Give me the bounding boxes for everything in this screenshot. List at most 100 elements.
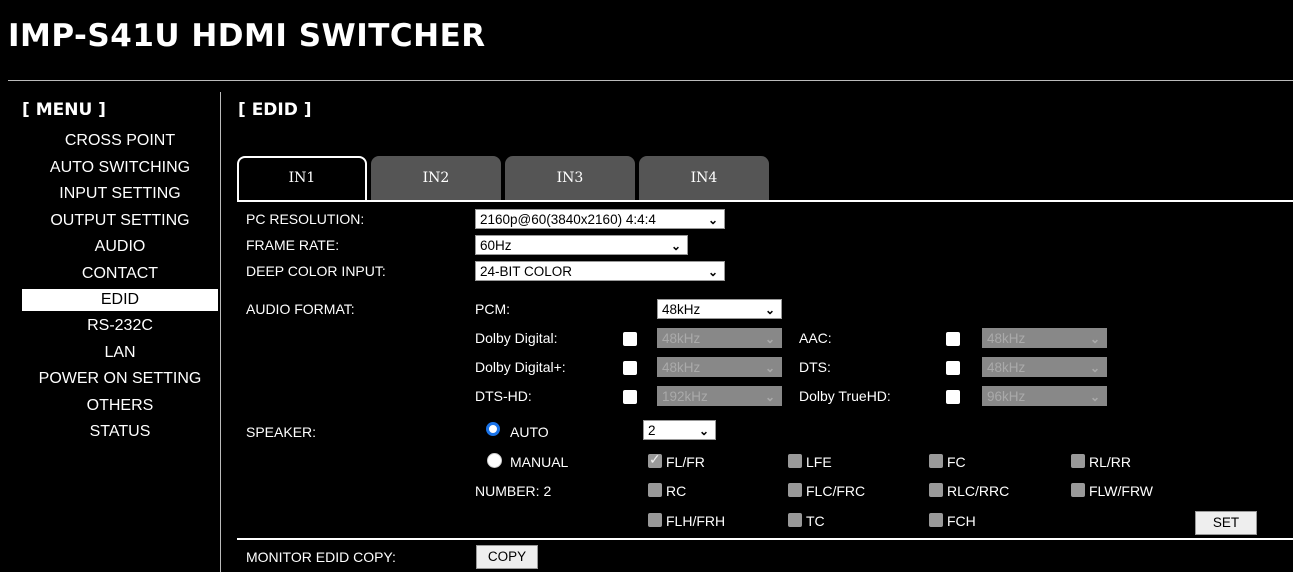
channel-flw-frw-checkbox[interactable]: [1071, 483, 1085, 497]
dts-checkbox[interactable]: [946, 361, 960, 375]
channel-fl-fr-checkbox[interactable]: [648, 451, 662, 468]
dolby-digital-plus-select[interactable]: 48kHz ⌄: [657, 357, 782, 377]
channel-rc-checkbox[interactable]: [648, 483, 662, 497]
menu-item-cross-point[interactable]: CROSS POINT: [22, 128, 218, 155]
channel-rlc-rrc-checkbox[interactable]: [929, 483, 943, 497]
chevron-down-icon: ⌄: [764, 303, 775, 317]
aac-checkbox[interactable]: [946, 332, 960, 346]
channel-rl-rr-label: RL/RR: [1089, 454, 1132, 470]
deep-color-select[interactable]: 24-BIT COLOR ⌄: [475, 261, 725, 281]
chevron-down-icon: ⌄: [1089, 361, 1100, 375]
section-heading: [ EDID ]: [238, 100, 312, 120]
aac-select[interactable]: 48kHz ⌄: [982, 328, 1107, 348]
channel-tc-label: TC: [806, 513, 825, 529]
chevron-down-icon: ⌄: [1089, 332, 1100, 346]
aac-value: 48kHz: [987, 331, 1026, 346]
dolby-truehd-select[interactable]: 96kHz ⌄: [982, 386, 1107, 406]
channel-flc-frc-label: FLC/FRC: [806, 483, 866, 499]
channel-flh-frh-label: FLH/FRH: [666, 513, 726, 529]
dts-hd-checkbox[interactable]: [623, 390, 637, 404]
dolby-digital-plus-checkbox[interactable]: [623, 361, 637, 375]
dolby-digital-checkbox[interactable]: [623, 332, 637, 346]
app-title: IMP-S41U HDMI SWITCHER: [8, 18, 486, 54]
dolby-digital-select[interactable]: 48kHz ⌄: [657, 328, 782, 348]
channel-lfe-label: LFE: [806, 454, 832, 470]
channel-fch-label: FCH: [947, 513, 976, 529]
channel-tc-checkbox[interactable]: [788, 513, 802, 527]
dts-select[interactable]: 48kHz ⌄: [982, 357, 1107, 377]
speaker-count-value: 2: [648, 423, 656, 438]
pc-resolution-select[interactable]: 2160p@60(3840x2160) 4:4:4 ⌄: [475, 209, 725, 229]
panel-top-border: [237, 200, 1293, 202]
audio-format-label: AUDIO FORMAT:: [246, 301, 355, 317]
menu-item-input-setting[interactable]: INPUT SETTING: [22, 181, 218, 208]
dolby-truehd-label: Dolby TrueHD:: [799, 388, 891, 404]
dts-hd-label: DTS-HD:: [475, 388, 532, 404]
tab-in3[interactable]: IN3: [505, 156, 635, 200]
deep-color-label: DEEP COLOR INPUT:: [246, 263, 386, 279]
chevron-down-icon: ⌄: [764, 361, 775, 375]
menu-item-edid[interactable]: EDID: [22, 289, 218, 311]
dolby-digital-plus-label: Dolby Digital+:: [475, 359, 566, 375]
tab-in1[interactable]: IN1: [237, 156, 367, 200]
chevron-down-icon: ⌄: [698, 424, 709, 438]
speaker-manual-label: MANUAL: [510, 454, 569, 470]
chevron-down-icon: ⌄: [764, 390, 775, 404]
tab-in2[interactable]: IN2: [371, 156, 501, 200]
menu-item-contact[interactable]: CONTACT: [22, 261, 218, 288]
frame-rate-select[interactable]: 60Hz ⌄: [475, 235, 688, 255]
pc-resolution-label: PC RESOLUTION:: [246, 211, 365, 227]
pcm-value: 48kHz: [662, 302, 701, 317]
sidebar-divider: [220, 92, 221, 572]
dolby-digital-plus-value: 48kHz: [662, 360, 701, 375]
dolby-digital-value: 48kHz: [662, 331, 701, 346]
channel-flc-frc-checkbox[interactable]: [788, 483, 802, 497]
menu-item-rs232c[interactable]: RS-232C: [22, 313, 218, 340]
chevron-down-icon: ⌄: [1089, 390, 1100, 404]
menu-item-lan[interactable]: LAN: [22, 340, 218, 367]
speaker-label: SPEAKER:: [246, 424, 317, 440]
menu-item-auto-switching[interactable]: AUTO SWITCHING: [22, 155, 218, 182]
channel-flw-frw-label: FLW/FRW: [1089, 483, 1154, 499]
tab-in4[interactable]: IN4: [639, 156, 769, 200]
copy-button[interactable]: COPY: [476, 545, 538, 569]
menu-item-others[interactable]: OTHERS: [22, 393, 218, 420]
speaker-auto-label: AUTO: [510, 424, 549, 440]
chevron-down-icon: ⌄: [670, 239, 681, 253]
dolby-digital-label: Dolby Digital:: [475, 330, 558, 346]
set-button[interactable]: SET: [1195, 511, 1257, 535]
pcm-label: PCM:: [475, 301, 510, 317]
pc-resolution-value: 2160p@60(3840x2160) 4:4:4: [480, 212, 656, 227]
menu-item-status[interactable]: STATUS: [22, 419, 218, 446]
channel-fc-checkbox[interactable]: [929, 454, 943, 468]
header-divider: [8, 80, 1293, 81]
dts-hd-value: 192kHz: [662, 389, 708, 404]
speaker-count-select[interactable]: 2 ⌄: [643, 420, 716, 440]
dts-hd-select[interactable]: 192kHz ⌄: [657, 386, 782, 406]
chevron-down-icon: ⌄: [707, 265, 718, 279]
menu-item-output-setting[interactable]: OUTPUT SETTING: [22, 208, 218, 235]
dts-value: 48kHz: [987, 360, 1026, 375]
sidebar-menu: CROSS POINT AUTO SWITCHING INPUT SETTING…: [22, 128, 218, 446]
channel-fc-label: FC: [947, 454, 966, 470]
dolby-truehd-checkbox[interactable]: [946, 390, 960, 404]
frame-rate-value: 60Hz: [480, 238, 512, 253]
panel-divider: [237, 538, 1293, 540]
channel-lfe-checkbox[interactable]: [788, 454, 802, 468]
pcm-select[interactable]: 48kHz ⌄: [657, 299, 782, 319]
channel-flh-frh-checkbox[interactable]: [648, 513, 662, 527]
channel-rlc-rrc-label: RLC/RRC: [947, 483, 1010, 499]
menu-item-power-on-setting[interactable]: POWER ON SETTING: [22, 366, 218, 393]
deep-color-value: 24-BIT COLOR: [480, 264, 573, 279]
menu-item-audio[interactable]: AUDIO: [22, 234, 218, 261]
speaker-number-label: NUMBER: 2: [475, 483, 552, 499]
speaker-auto-radio[interactable]: [486, 422, 500, 436]
speaker-manual-radio[interactable]: [487, 453, 502, 468]
channel-fch-checkbox[interactable]: [929, 513, 943, 527]
monitor-edid-copy-label: MONITOR EDID COPY:: [246, 549, 396, 565]
aac-label: AAC:: [799, 330, 832, 346]
dolby-truehd-value: 96kHz: [987, 389, 1026, 404]
channel-rl-rr-checkbox[interactable]: [1071, 454, 1085, 468]
chevron-down-icon: ⌄: [764, 332, 775, 346]
menu-heading: [ MENU ]: [22, 100, 106, 120]
